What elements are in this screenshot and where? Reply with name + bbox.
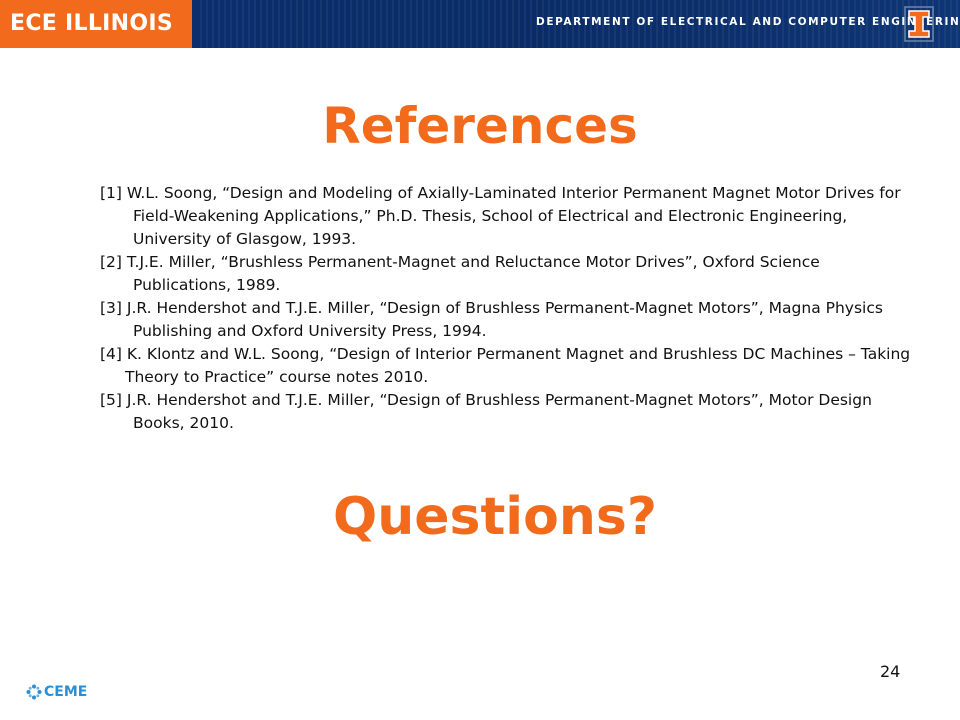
header-bar: ECE ILLINOIS DEPARTMENT OF ELECTRICAL AN… xyxy=(0,0,960,48)
references-list: [1] W.L. Soong, “Design and Modeling of … xyxy=(100,182,920,435)
reference-item: [2] T.J.E. Miller, “Brushless Permanent-… xyxy=(100,253,820,294)
ceme-logo-text: CEME xyxy=(44,684,88,700)
brand-logo: ECE ILLINOIS xyxy=(0,0,192,48)
department-name: DEPARTMENT OF ELECTRICAL AND COMPUTER EN… xyxy=(536,16,960,28)
reference-item: [4] K. Klontz and W.L. Soong, “Design of… xyxy=(100,345,911,386)
ceme-logo: CEME xyxy=(26,681,87,703)
slide-title: References xyxy=(322,97,638,155)
block-i-icon xyxy=(904,6,934,42)
reference-item: [3] J.R. Hendershot and T.J.E. Miller, “… xyxy=(100,299,883,340)
reference-item: [1] W.L. Soong, “Design and Modeling of … xyxy=(100,184,901,248)
questions-heading: Questions? xyxy=(333,487,657,547)
page-number: 24 xyxy=(880,662,901,681)
ceme-logo-icon xyxy=(26,684,42,700)
reference-item: [5] J.R. Hendershot and T.J.E. Miller, “… xyxy=(100,391,872,432)
